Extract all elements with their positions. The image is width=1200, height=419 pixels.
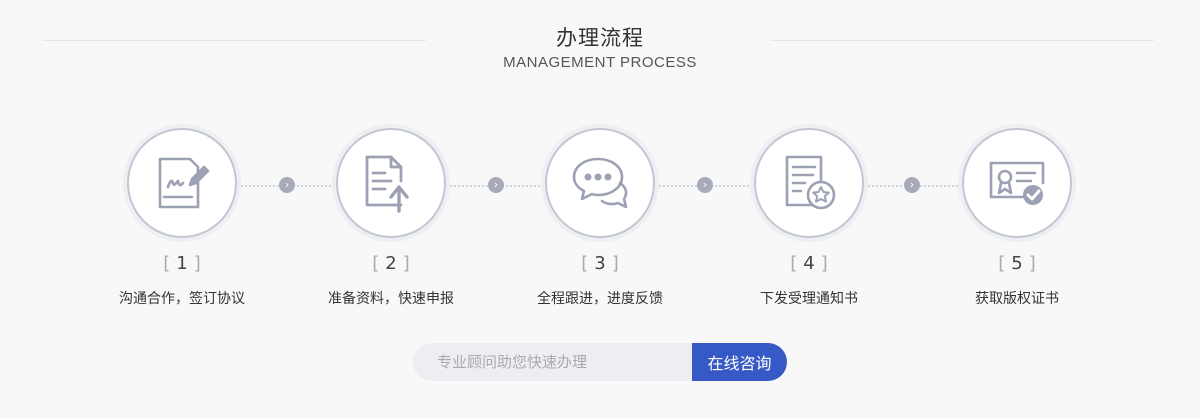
step-icon-ring	[541, 124, 659, 242]
consult-form: 在线咨询	[413, 343, 787, 381]
step-number: [5]	[998, 253, 1036, 274]
step-icon-ring	[750, 124, 868, 242]
step-icon-ring	[958, 124, 1076, 242]
step-number: [1]	[163, 253, 201, 274]
signature-document-icon	[158, 157, 210, 209]
step-number: [4]	[790, 253, 828, 274]
step-label: 全程跟进，进度反馈	[537, 291, 663, 307]
consult-input[interactable]	[413, 343, 692, 381]
chat-bubbles-icon	[572, 157, 628, 209]
step-label: 获取版权证书	[975, 291, 1059, 307]
step-label: 准备资料，快速申报	[328, 291, 454, 307]
certificate-icon	[989, 161, 1045, 205]
step-icon-ring	[332, 124, 450, 242]
notice-star-icon	[785, 155, 836, 210]
section-title: 办理流程	[556, 26, 644, 50]
step-number: [3]	[581, 253, 619, 274]
step-label: 下发受理通知书	[760, 291, 858, 307]
process-step-4: [4] 下发受理通知书	[709, 124, 909, 308]
step-number: [2]	[372, 253, 410, 274]
step-icon-ring	[123, 124, 241, 242]
step-label: 沟通合作，签订协议	[119, 291, 245, 307]
process-step-2: [2] 准备资料，快速申报	[291, 124, 491, 308]
section-subtitle: MANAGEMENT PROCESS	[503, 54, 697, 71]
process-step-5: [5] 获取版权证书	[917, 124, 1117, 308]
process-step-1: [1] 沟通合作，签订协议	[82, 124, 282, 308]
process-step-3: [3] 全程跟进，进度反馈	[500, 124, 700, 308]
online-consult-button[interactable]: 在线咨询	[692, 343, 787, 381]
document-upload-icon	[365, 155, 409, 213]
